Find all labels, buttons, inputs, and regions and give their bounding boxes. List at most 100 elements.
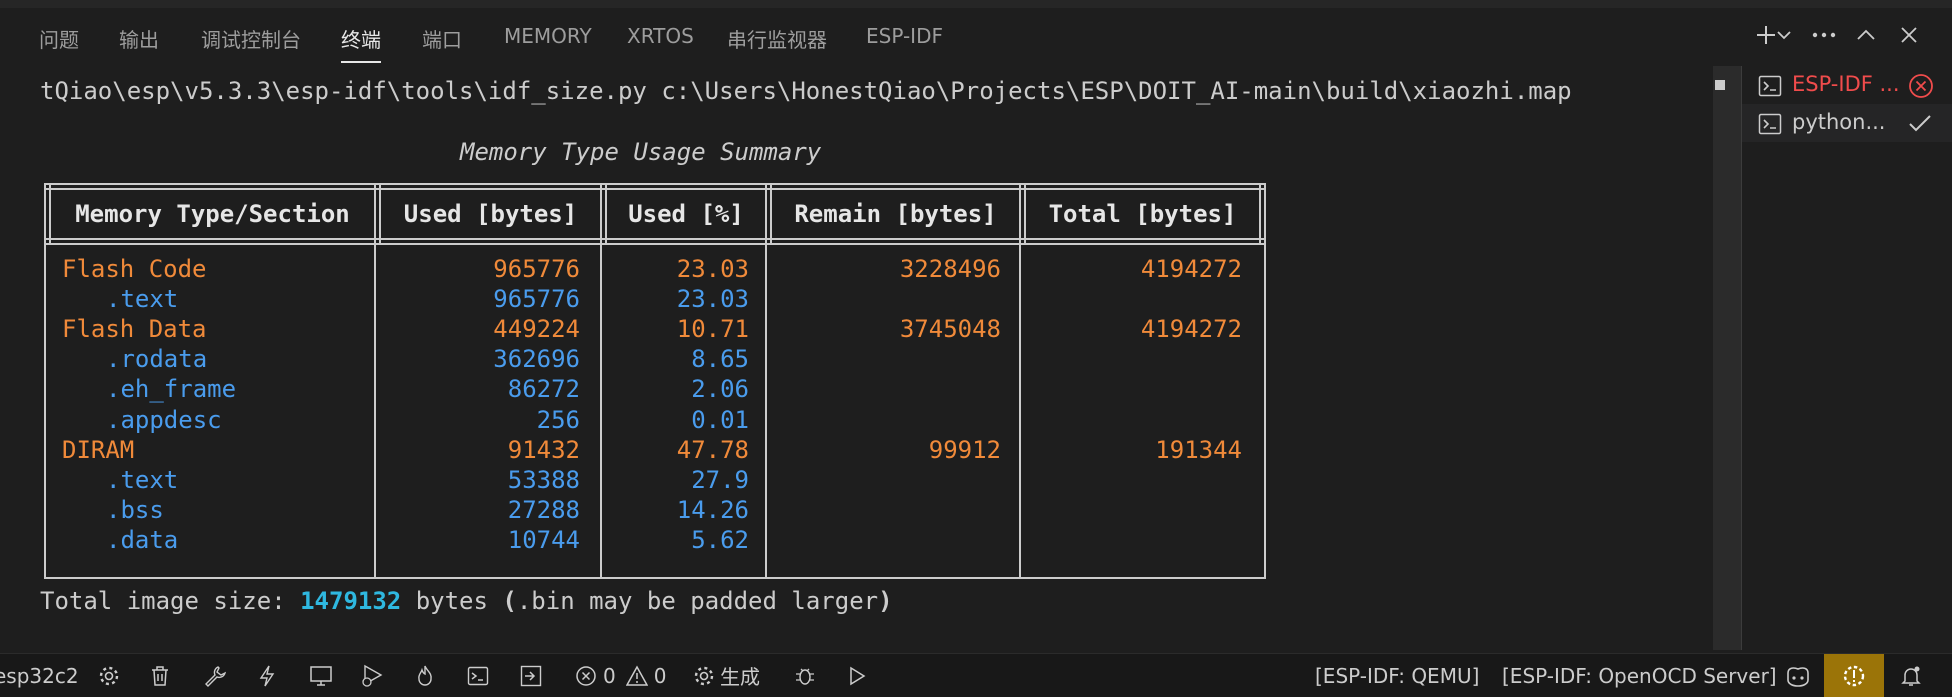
row-name: .text — [106, 285, 179, 314]
build-flash-monitor-button[interactable] — [415, 654, 435, 697]
row-name: .data — [106, 525, 179, 554]
row-used-bytes: 27288 — [507, 495, 580, 524]
flame-icon — [418, 665, 432, 686]
tab-memory[interactable]: MEMORY — [504, 24, 592, 48]
row-total-bytes — [1026, 525, 1242, 555]
row-remain-bytes — [772, 284, 1001, 314]
tab-problems[interactable]: 问题 — [39, 24, 79, 53]
tab-ports[interactable]: 端口 — [422, 24, 462, 53]
tab-serial-monitor[interactable]: 串行监视器 — [727, 24, 827, 53]
header-remain-bytes: Remain [bytes] — [794, 200, 997, 228]
total-suffix: bytes — [401, 587, 503, 615]
error-icon — [576, 665, 596, 686]
row-total-bytes — [1026, 495, 1242, 525]
idf-terminal-button[interactable] — [467, 654, 489, 697]
maximize-panel-button[interactable] — [1850, 20, 1882, 50]
terminal-item-python[interactable]: python... — [1742, 104, 1952, 142]
monitor-button[interactable] — [309, 654, 333, 697]
row-used-bytes: 86272 — [507, 375, 580, 404]
row-used-percent: 23.03 — [676, 285, 749, 314]
debug-bug-button[interactable] — [794, 654, 816, 697]
bell-icon — [1901, 666, 1921, 686]
row-name: .bss — [106, 495, 164, 524]
tab-esp-idf[interactable]: ESP-IDF — [866, 24, 943, 48]
terminal-output[interactable]: tQiao\esp\v5.3.3\esp-idf\tools\idf_size.… — [40, 60, 1700, 650]
row-used-percent: 2.06 — [691, 375, 749, 404]
qemu-status[interactable]: [ESP-IDF: QEMU] — [1315, 654, 1479, 697]
command-line: tQiao\esp\v5.3.3\esp-idf\tools\idf_size.… — [40, 77, 1572, 105]
terminal-scrollbar[interactable] — [1713, 66, 1741, 650]
qemu-label: [ESP-IDF: QEMU] — [1315, 663, 1480, 688]
lightning-icon — [259, 665, 275, 686]
row-remain-bytes — [772, 465, 1001, 495]
row-total-bytes: 4194272 — [1140, 255, 1242, 283]
row-total-bytes — [1026, 465, 1242, 495]
row-used-bytes: 965776 — [493, 285, 580, 314]
openocd-status[interactable]: [ESP-IDF: OpenOCD Server] — [1502, 654, 1777, 697]
close-icon — [1901, 27, 1917, 43]
build-button[interactable] — [204, 654, 226, 697]
header-memory-type: Memory Type/Section — [75, 200, 350, 228]
flash-button[interactable] — [258, 654, 276, 697]
row-used-percent: 23.03 — [676, 255, 749, 283]
wrench-icon — [205, 665, 226, 687]
row-used-percent: 5.62 — [691, 525, 749, 554]
row-name: .text — [106, 465, 179, 494]
row-used-percent: 10.71 — [676, 315, 749, 344]
run-button[interactable] — [848, 654, 866, 697]
terminal-item-label: python... — [1792, 110, 1886, 134]
panel-actions — [1750, 20, 1930, 50]
warning-icon — [625, 664, 648, 686]
execute-custom-task-button[interactable] — [520, 654, 542, 697]
total-note: .bin may be padded larger — [516, 587, 879, 615]
problems-indicator[interactable]: 0 0 — [575, 654, 666, 697]
settings-button[interactable] — [98, 654, 120, 697]
extension-warning-button[interactable] — [1824, 654, 1884, 697]
build-status-button[interactable]: 生成 — [693, 654, 760, 697]
tab-terminal[interactable]: 终端 — [341, 24, 381, 63]
row-used-bytes: 362696 — [493, 345, 580, 374]
close-panel-button[interactable] — [1893, 20, 1925, 50]
target-chip[interactable]: esp32c2 — [0, 654, 79, 697]
row-total-bytes: 191344 — [1155, 435, 1242, 464]
tab-output[interactable]: 输出 — [119, 24, 159, 53]
header-used-percent: Used [%] — [628, 200, 744, 228]
notifications-button[interactable] — [1900, 654, 1922, 697]
copilot-button[interactable] — [1784, 654, 1812, 697]
header-total-bytes: Total [bytes] — [1048, 200, 1237, 228]
row-used-bytes: 91432 — [507, 435, 580, 464]
row-name: .appdesc — [106, 405, 222, 434]
warning-count: 0 — [653, 663, 667, 688]
editor-edge — [0, 0, 1952, 8]
row-name: Flash Code — [62, 255, 207, 283]
bug-icon — [796, 668, 814, 685]
row-used-percent: 8.65 — [691, 345, 749, 374]
memory-usage-table: Memory Type/Section Used [bytes] Used [%… — [44, 183, 1266, 579]
enter-box-icon — [520, 665, 542, 686]
row-total-bytes — [1026, 374, 1242, 404]
debug-button[interactable] — [361, 654, 387, 697]
row-used-bytes: 965776 — [493, 255, 580, 283]
openocd-label: [ESP-IDF: OpenOCD Server] — [1502, 663, 1777, 688]
scrollbar-thumb[interactable] — [1715, 80, 1725, 90]
row-name: Flash Data — [62, 315, 207, 344]
terminal-icon — [467, 666, 489, 685]
row-used-percent: 27.9 — [691, 465, 749, 494]
row-used-bytes: 53388 — [507, 465, 580, 494]
row-name: .eh_frame — [106, 375, 237, 404]
copilot-icon — [1787, 666, 1809, 687]
status-bar: esp32c2 0 0 生成 [ESP-IDF: QEMU] [ESP-IDF:… — [0, 653, 1952, 697]
debug-play-icon — [362, 664, 383, 687]
row-remain-bytes — [772, 374, 1001, 404]
play-icon — [850, 666, 866, 685]
total-image-size: Total image size: 1479132 bytes (.bin ma… — [40, 587, 893, 615]
row-used-percent: 14.26 — [676, 495, 749, 524]
more-actions-button[interactable] — [1808, 20, 1840, 50]
tab-debug-console[interactable]: 调试控制台 — [201, 24, 301, 53]
row-name: DIRAM — [62, 435, 135, 464]
tab-xrtos[interactable]: XRTOS — [627, 24, 694, 48]
full-clean-button[interactable] — [150, 654, 170, 697]
row-remain-bytes — [772, 525, 1001, 555]
terminal-dropdown-button[interactable] — [1774, 20, 1794, 50]
terminal-item-esp-idf[interactable]: ESP-IDF ... — [1742, 66, 1952, 104]
